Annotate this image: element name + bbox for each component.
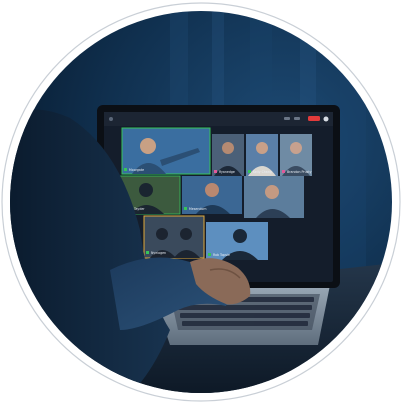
video-tile: Brandon Prusty <box>280 134 312 176</box>
end-call-button <box>308 116 320 121</box>
video-tile: Kelly Chang <box>246 134 278 176</box>
tile-label: Nyelogen <box>151 251 166 255</box>
video-tile: Nyelogen <box>143 215 205 259</box>
video-tile: Moorgate <box>121 127 211 175</box>
video-tile <box>244 176 304 218</box>
tile-label: Mesendom <box>189 207 206 211</box>
tile-label: Moorgate <box>129 168 144 172</box>
circular-photo-frame: Moorgate Ryanedge Kelly Chang Brandon Pr… <box>0 0 403 403</box>
tile-label: Ryanedge <box>219 170 235 174</box>
tile-label: Rob Topsie <box>213 253 230 257</box>
video-call-photo: Moorgate Ryanedge Kelly Chang Brandon Pr… <box>1 2 401 402</box>
tile-label: Brandon Prusty <box>287 170 312 174</box>
video-tile: Mesendom <box>182 176 242 214</box>
video-tile: Ryanedge <box>212 134 244 176</box>
tile-label: Kelly Chang <box>253 170 272 174</box>
video-tile: Rob Topsie <box>206 222 268 260</box>
